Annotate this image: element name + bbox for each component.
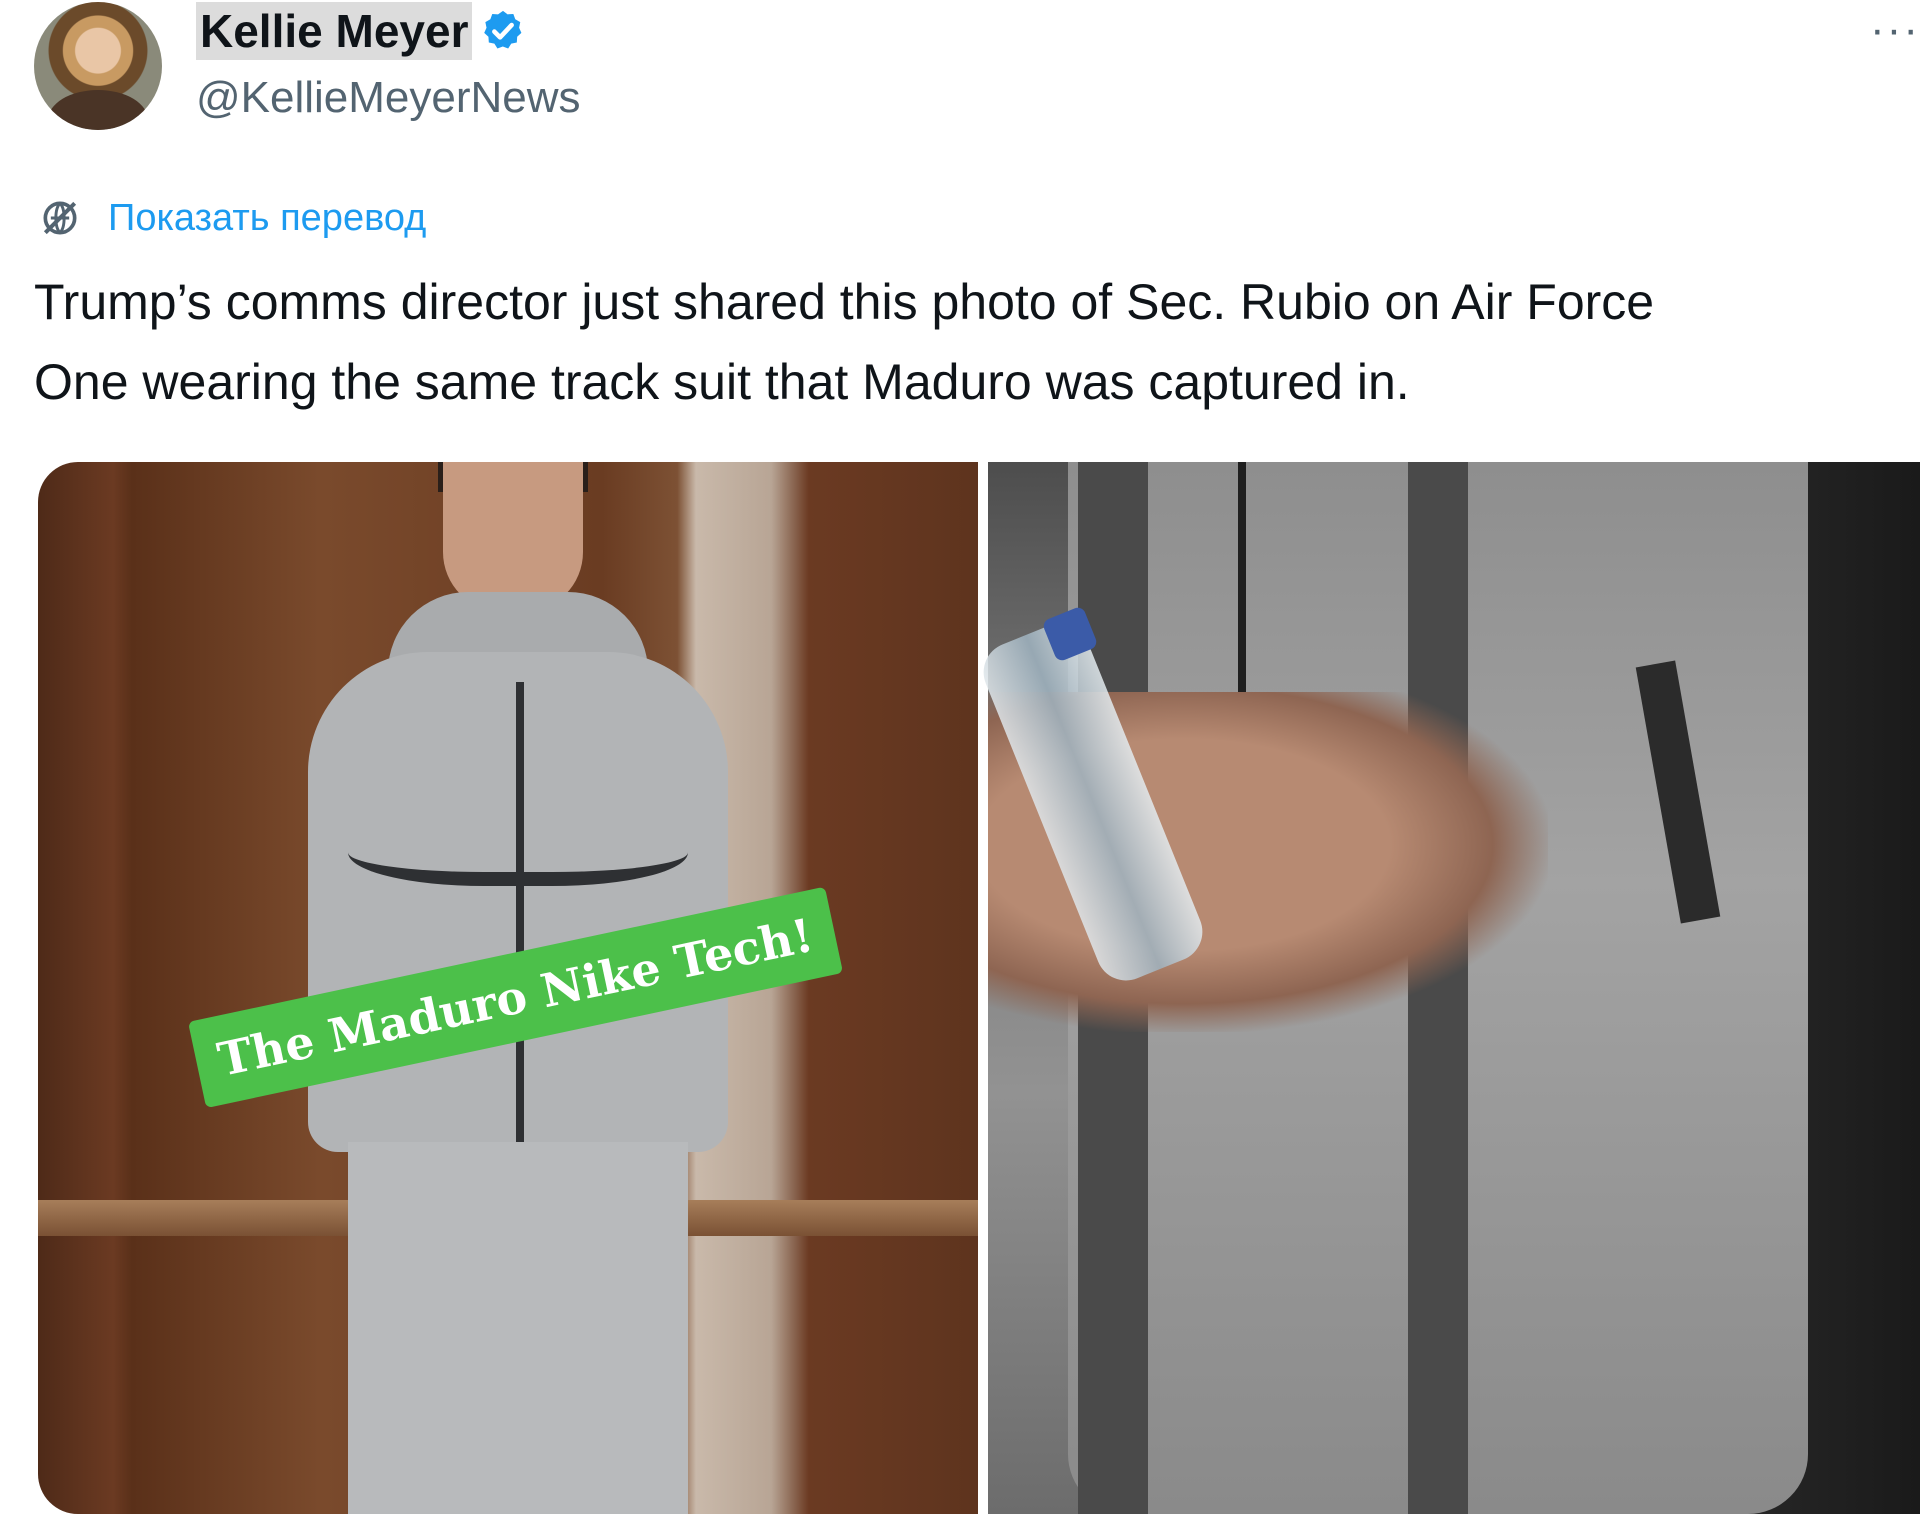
- more-horizontal-icon: ···: [1870, 5, 1920, 54]
- tweet-media[interactable]: The Maduro Nike Tech!: [38, 462, 1920, 1514]
- media-photo-left[interactable]: The Maduro Nike Tech!: [38, 462, 978, 1514]
- tweet-text: Trump’s comms director just shared this …: [34, 262, 1920, 422]
- author-name-row: Kellie Meyer: [196, 2, 526, 60]
- author-handle[interactable]: @KellieMeyerNews: [196, 70, 581, 126]
- avatar-shoulders: [48, 90, 148, 130]
- translate-row[interactable]: Показать перевод: [38, 196, 426, 240]
- avatar[interactable]: [34, 2, 162, 130]
- tweet-text-line-1: Trump’s comms director just shared this …: [34, 274, 1655, 330]
- media-photo-right[interactable]: [974, 462, 1920, 1514]
- show-translation-link[interactable]: Показать перевод: [108, 196, 426, 240]
- head: [443, 462, 583, 612]
- track-pants: [348, 1142, 688, 1514]
- tweet-text-line-2: One wearing the same track suit that Mad…: [34, 354, 1410, 410]
- author-name[interactable]: Kellie Meyer: [196, 2, 473, 60]
- more-options-button[interactable]: ···: [1870, 8, 1920, 52]
- verified-badge-icon: [484, 10, 522, 49]
- globe-icon: [43, 201, 77, 235]
